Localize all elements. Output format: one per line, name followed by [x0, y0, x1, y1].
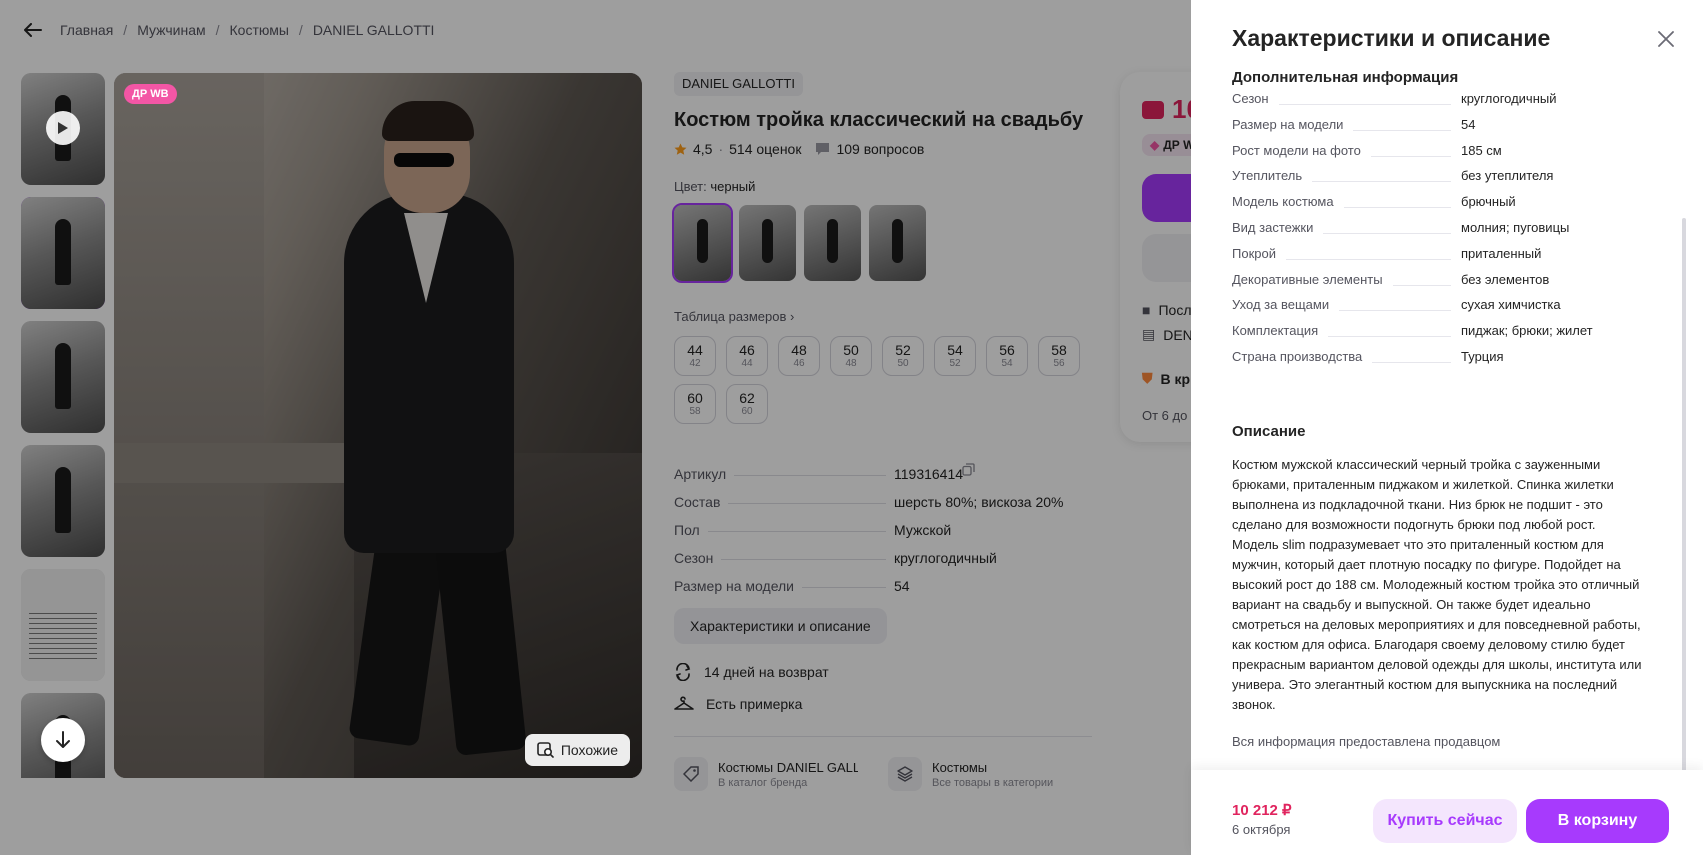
characteristic-row: Покрой приталенный	[1232, 244, 1652, 264]
characteristic-leader	[1286, 258, 1451, 260]
characteristic-key: Декоративные элементы	[1232, 271, 1383, 287]
characteristic-leader	[1344, 207, 1451, 209]
characteristic-row: Страна производства Турция	[1232, 347, 1652, 367]
characteristic-value: брючный	[1461, 194, 1516, 210]
characteristic-key: Рост модели на фото	[1232, 142, 1361, 158]
characteristic-leader	[1353, 129, 1451, 131]
characteristic-row: Размер на модели 54	[1232, 115, 1652, 135]
promo-badge: ДР WB	[124, 84, 177, 104]
characteristic-leader	[1279, 104, 1451, 105]
characteristic-row: Вид застежки молния; пуговицы	[1232, 218, 1652, 238]
characteristics-drawer: Характеристики и описание Дополнительная…	[1191, 0, 1703, 855]
characteristic-row: Уход за вещами сухая химчистка	[1232, 295, 1652, 315]
characteristic-row: Комплектация пиджак; брюки; жилет	[1232, 321, 1652, 341]
characteristic-row: Рост модели на фото 185 см	[1232, 141, 1652, 161]
footer-price: 10 212 ₽	[1232, 802, 1292, 819]
description-text: Костюм мужской классический черный тройк…	[1232, 457, 1642, 712]
characteristic-value: пиджак; брюки; жилет	[1461, 323, 1593, 339]
characteristic-leader	[1312, 181, 1451, 183]
close-icon[interactable]	[1655, 28, 1677, 50]
characteristic-value: сухая химчистка	[1461, 297, 1561, 313]
characteristic-value: без утеплителя	[1461, 168, 1554, 184]
characteristic-leader	[1339, 310, 1451, 312]
characteristic-value: круглогодичный	[1461, 91, 1557, 106]
play-icon[interactable]	[46, 111, 80, 145]
characteristic-row: Декоративные элементы без элементов	[1232, 270, 1652, 290]
drawer-footer: 10 212 ₽ 6 октября Купить сейчас В корзи…	[1191, 770, 1703, 855]
characteristic-key: Покрой	[1232, 245, 1276, 261]
drawer-content[interactable]: Дополнительная информация Сезон круглогод…	[1191, 64, 1703, 770]
characteristic-leader	[1372, 362, 1451, 363]
characteristic-value: молния; пуговицы	[1461, 220, 1570, 235]
characteristic-key: Утеплитель	[1232, 168, 1303, 184]
characteristic-value: без элементов	[1461, 271, 1550, 287]
characteristic-key: Модель костюма	[1232, 194, 1334, 210]
characteristic-key: Страна производства	[1232, 349, 1363, 364]
characteristic-value: 54	[1461, 116, 1476, 132]
drawer-title: Характеристики и описание	[1232, 25, 1551, 51]
characteristic-value: Турция	[1461, 349, 1504, 364]
characteristic-key: Размер на модели	[1232, 116, 1344, 132]
modal-backdrop[interactable]	[0, 0, 1191, 855]
footer-delivery-date: 6 октября	[1232, 822, 1291, 837]
characteristic-value: 185 см	[1461, 142, 1502, 158]
add-to-cart-button[interactable]: В корзину	[1526, 799, 1669, 843]
arrow-down-icon	[56, 731, 70, 748]
additional-info-title: Дополнительная информация	[1232, 69, 1459, 86]
scroll-down-button[interactable]	[41, 718, 85, 762]
characteristic-key: Вид застежки	[1232, 220, 1314, 235]
similar-button[interactable]: Похожие	[524, 734, 630, 766]
characteristic-row: Сезон круглогодичный	[1232, 89, 1652, 109]
drawer-scrollbar[interactable]	[1682, 218, 1686, 772]
similar-search-icon	[537, 742, 554, 758]
characteristic-key: Сезон	[1232, 91, 1269, 106]
characteristic-row: Утеплитель без утеплителя	[1232, 166, 1652, 186]
similar-label: Похожие	[560, 742, 618, 758]
buy-now-button[interactable]: Купить сейчас	[1373, 799, 1517, 843]
characteristic-key: Уход за вещами	[1232, 297, 1330, 313]
characteristic-key: Комплектация	[1232, 323, 1319, 339]
characteristic-leader	[1393, 284, 1451, 286]
characteristic-leader	[1323, 233, 1451, 234]
description-title: Описание	[1232, 423, 1306, 440]
characteristic-leader	[1328, 336, 1451, 338]
characteristic-value: приталенный	[1461, 245, 1542, 261]
characteristic-leader	[1371, 155, 1451, 157]
seller-note: Вся информация предоставлена продавцом	[1232, 734, 1501, 749]
characteristic-row: Модель костюма брючный	[1232, 192, 1652, 212]
